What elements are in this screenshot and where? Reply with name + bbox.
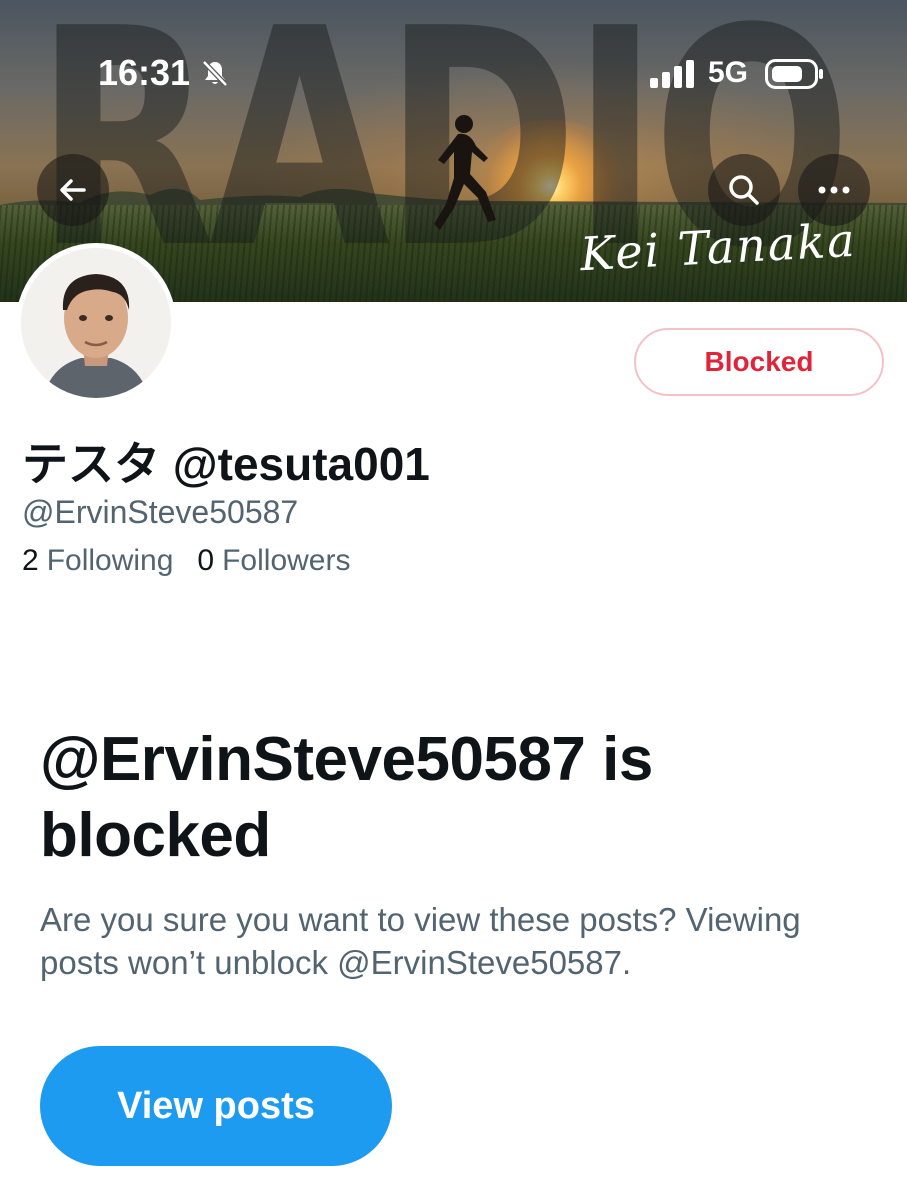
user-handle: @ErvinSteve50587: [22, 494, 299, 530]
avatar-portrait: [21, 248, 171, 398]
display-name: テスタ @tesuta001: [22, 438, 430, 490]
bell-muted-icon: [202, 60, 228, 87]
view-posts-button[interactable]: View posts: [40, 1046, 392, 1166]
blocked-notice-title: @ErvinSteve50587 is blocked: [40, 725, 653, 870]
followers-link[interactable]: 0 Followers: [197, 544, 350, 578]
network-type: 5G: [708, 56, 749, 89]
following-link[interactable]: 2 Following: [22, 544, 173, 578]
more-options-button[interactable]: [798, 154, 870, 226]
signal-icon: [650, 60, 694, 88]
blocked-notice-description: Are you sure you want to view these post…: [40, 901, 801, 981]
avatar: [21, 248, 171, 398]
more-icon: [818, 186, 850, 194]
follow-stats: 2 Following 0 Followers: [22, 544, 350, 578]
followers-count: 0: [197, 544, 215, 577]
search-button[interactable]: [708, 154, 780, 226]
followers-label: Followers: [222, 544, 351, 577]
back-arrow-icon: [60, 179, 86, 201]
following-label: Following: [46, 544, 174, 577]
following-count: 2: [22, 544, 39, 577]
avatar-frame[interactable]: [16, 243, 176, 403]
blocked-button[interactable]: Blocked: [634, 328, 884, 396]
runner-silhouette: [434, 115, 496, 230]
status-time: 16:31: [98, 52, 191, 93]
search-icon: [729, 175, 759, 205]
back-button[interactable]: [37, 154, 109, 226]
battery-icon: [765, 59, 823, 89]
profile-page: RADIO Kei Tanaka 16:31 5G Blocked テスタ @t…: [0, 0, 907, 1200]
